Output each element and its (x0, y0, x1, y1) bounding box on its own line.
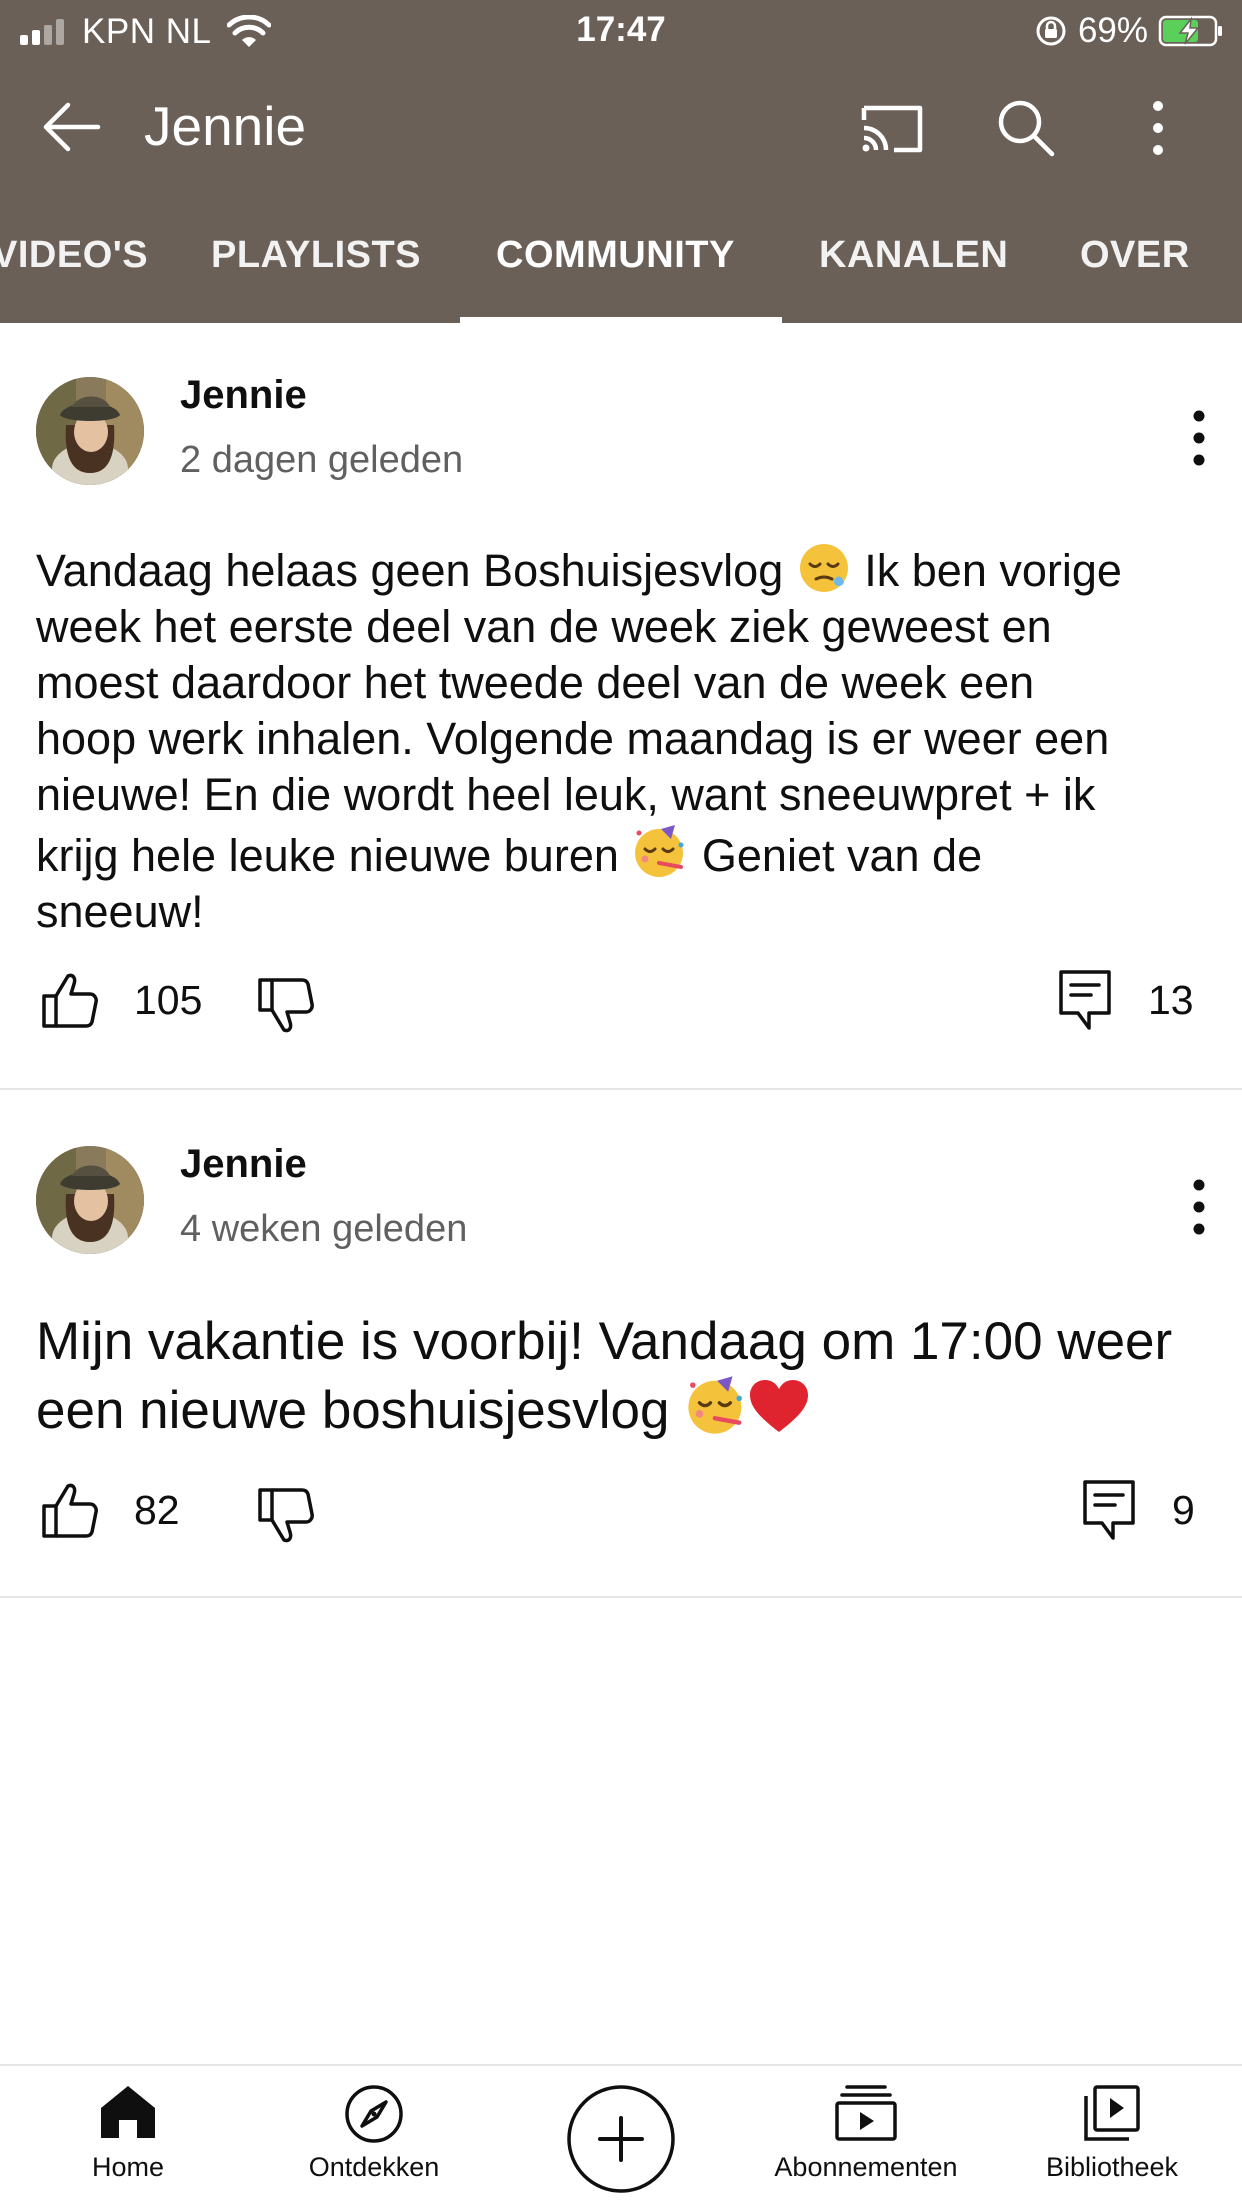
orientation-lock-icon (1036, 16, 1066, 46)
thumbs-down-icon[interactable] (256, 1481, 316, 1551)
post-timestamp[interactable]: 4 weken geleden (180, 1208, 467, 1251)
library-icon (1084, 2085, 1140, 2141)
home-icon (101, 2086, 155, 2138)
subscriptions-icon (835, 2085, 897, 2141)
channel-title: Jennie (144, 95, 307, 157)
tab-videos[interactable]: VIDEO'S (0, 234, 148, 277)
post-timestamp[interactable]: 2 dagen geleden (180, 439, 463, 482)
tab-playlists[interactable]: PLAYLISTS (211, 234, 421, 277)
nav-create[interactable] (566, 2084, 676, 2194)
post-text-line: een nieuwe boshuisjesvlog (36, 1374, 1216, 1443)
status-right: 69% (1034, 10, 1224, 52)
more-options-icon[interactable] (1126, 96, 1190, 160)
post-menu-icon[interactable] (1184, 403, 1214, 473)
bottom-navigation: Home Ontdekken Abonnementen Bibliotheek (0, 2064, 1242, 2208)
like-button[interactable]: 105 (40, 965, 202, 1035)
nav-home[interactable]: Home (58, 2084, 198, 2204)
avatar[interactable] (36, 1146, 144, 1254)
post-text-line: week het eerste deel van de week ziek ge… (36, 601, 1052, 652)
post-text-line: sneeuw! (36, 886, 204, 937)
cast-icon[interactable] (860, 96, 924, 160)
post-text-line: hoop werk inhalen. Volgende maandag is e… (36, 713, 1110, 764)
partying-face-emoji-icon (688, 1376, 743, 1434)
post-text-line: krijg hele leuke nieuwe buren Geniet van… (36, 823, 1216, 884)
comments-button[interactable]: 13 (1058, 965, 1194, 1035)
comment-icon (1083, 1480, 1135, 1540)
like-count: 105 (134, 976, 203, 1023)
compass-icon (345, 2085, 403, 2143)
like-count: 82 (134, 1486, 180, 1533)
tab-over[interactable]: OVER (1080, 234, 1190, 277)
nav-abonnementen[interactable]: Abonnementen (766, 2084, 966, 2204)
tab-kanalen[interactable]: KANALEN (819, 234, 1008, 277)
post-text: Vandaag helaas geen Boshuisjesvlog Ik be… (36, 542, 1216, 940)
create-icon (567, 2085, 675, 2193)
nav-abonnementen-label: Abonnementen (774, 2152, 958, 2182)
post-text-line: Vandaag helaas geen Boshuisjesvlog Ik be… (36, 542, 1216, 599)
channel-header: KPN NL 17:47 69% Jennie VIDEO'S PLAYLIST… (0, 0, 1242, 323)
post-text-line: moest daardoor het tweede deel van de we… (36, 657, 1035, 708)
comment-count: 9 (1172, 1486, 1195, 1533)
post-author[interactable]: Jennie (180, 1142, 307, 1187)
tab-community[interactable]: COMMUNITY (496, 234, 735, 277)
partying-face-emoji-icon (635, 825, 684, 877)
community-post: Jennie 2 dagen geleden Vandaag helaas ge… (0, 323, 1242, 1090)
channel-tabs: VIDEO'S PLAYLISTS COMMUNITY KANALEN OVER (0, 222, 1242, 323)
nav-bibliotheek[interactable]: Bibliotheek (1040, 2084, 1184, 2204)
back-arrow-icon[interactable] (40, 97, 102, 157)
post-text-line: nieuwe! En die wordt heel leuk, want sne… (36, 769, 1096, 820)
nav-ontdekken[interactable]: Ontdekken (294, 2084, 454, 2204)
sleepy-face-emoji-icon (799, 544, 848, 592)
comments-button[interactable]: 9 (1082, 1475, 1195, 1545)
like-button[interactable]: 82 (40, 1475, 180, 1545)
post-text: Mijn vakantie is voorbij! Vandaag om 17:… (36, 1310, 1216, 1443)
battery-charging-icon (1158, 15, 1222, 47)
post-text-line: Mijn vakantie is voorbij! Vandaag om 17:… (36, 1312, 1173, 1371)
app-bar: Jennie (0, 82, 1242, 172)
thumbs-up-icon (42, 973, 98, 1028)
post-author[interactable]: Jennie (180, 373, 307, 418)
thumbs-down-icon[interactable] (256, 971, 316, 1041)
search-icon[interactable] (994, 96, 1058, 160)
post-menu-icon[interactable] (1184, 1172, 1214, 1242)
comment-icon (1059, 970, 1111, 1030)
battery-percentage: 69% (1077, 11, 1148, 50)
nav-bibliotheek-label: Bibliotheek (1045, 2152, 1179, 2182)
status-bar: KPN NL 17:47 69% (0, 0, 1242, 62)
red-heart-emoji-icon (750, 1380, 809, 1432)
nav-ontdekken-label: Ontdekken (308, 2152, 440, 2182)
avatar[interactable] (36, 377, 144, 485)
comment-count: 13 (1148, 976, 1194, 1023)
community-post: Jennie 4 weken geleden Mijn vakantie is … (0, 1090, 1242, 1598)
nav-home-label: Home (91, 2152, 165, 2182)
thumbs-up-icon (42, 1483, 98, 1538)
